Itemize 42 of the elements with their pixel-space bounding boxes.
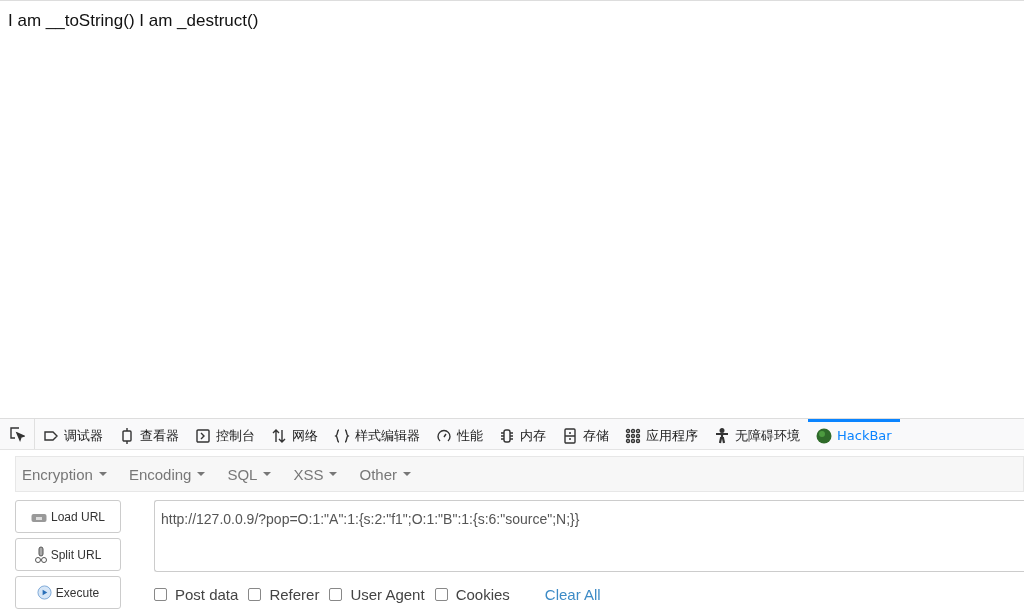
- devtools-tab[interactable]: 控制台: [187, 419, 263, 449]
- devtools-tab[interactable]: 调试器: [35, 419, 111, 449]
- globe-icon: [816, 427, 832, 444]
- menu-dropdown[interactable]: SQL: [227, 465, 272, 483]
- devtools-tab[interactable]: 存储: [554, 419, 617, 449]
- menu-dropdown[interactable]: Other: [359, 465, 411, 483]
- page-text: I am __toString() I am _destruct(): [8, 11, 260, 31]
- element-picker-icon[interactable]: [9, 426, 25, 442]
- checkbox-label: User Agent: [350, 586, 425, 603]
- checkbox[interactable]: [248, 588, 262, 601]
- devtools-tab[interactable]: 内存: [491, 419, 554, 449]
- hackbar-button[interactable]: Execute: [15, 576, 121, 609]
- devtools-tab[interactable]: 网络: [263, 419, 326, 449]
- url-field[interactable]: http://127.0.0.9/?pop=O:1:"A":1:{s:2:"f1";O:1:"B":1:{s:6:"source";N;}}: [154, 500, 1024, 572]
- devtools-tab[interactable]: 查看器: [111, 419, 187, 449]
- checkbox-label: Referer: [269, 586, 320, 603]
- arrows-icon: [271, 427, 287, 444]
- devtools-tab[interactable]: 样式编辑器: [326, 419, 428, 449]
- hackbar-button[interactable]: Split URL: [15, 538, 121, 571]
- storage-icon: [562, 427, 578, 444]
- checkbox[interactable]: [434, 588, 448, 601]
- menu-dropdown[interactable]: XSS: [293, 465, 338, 483]
- braces-icon: [334, 427, 350, 444]
- memory-icon: [499, 427, 515, 444]
- checkbox-label: Post data: [175, 586, 239, 603]
- menu-dropdown[interactable]: Encryption: [22, 465, 107, 483]
- checkbox[interactable]: [329, 588, 343, 601]
- chip-icon: [119, 427, 135, 444]
- gauge-icon: [436, 427, 452, 444]
- console-icon: [195, 427, 211, 444]
- grid-icon: [625, 427, 641, 444]
- clear-all-link[interactable]: Clear All: [544, 586, 601, 603]
- checkbox-label: Cookies: [455, 586, 510, 603]
- devtools-tab[interactable]: 性能: [428, 419, 491, 449]
- devtools-tab[interactable]: 应用程序: [617, 419, 706, 449]
- person-icon: [714, 427, 730, 444]
- hackbar-button[interactable]: Load URL: [15, 500, 121, 533]
- scissors-icon: [34, 545, 47, 564]
- checkbox[interactable]: [154, 588, 167, 601]
- menu-dropdown[interactable]: Encoding: [128, 465, 206, 483]
- play-icon: [36, 585, 52, 600]
- devtools-tab[interactable]: 无障碍环境: [706, 419, 808, 449]
